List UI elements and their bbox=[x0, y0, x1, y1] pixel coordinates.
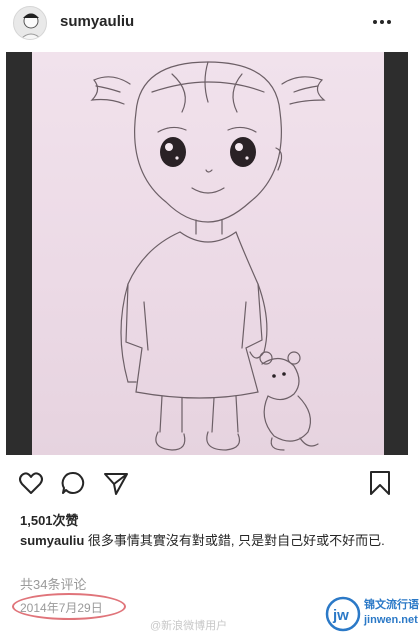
paper-plane-icon[interactable] bbox=[103, 470, 129, 496]
username[interactable]: sumyauliu bbox=[60, 13, 134, 30]
post-date: 2014年7月29日 bbox=[20, 601, 103, 615]
site-url: jinwen.net bbox=[364, 614, 418, 626]
site-watermark: 锦文流行语 jinwen.net bbox=[364, 598, 419, 628]
weibo-watermark: @新浪微博用户 bbox=[150, 620, 228, 632]
site-name: 锦文流行语 bbox=[364, 599, 419, 611]
caption-text: 很多事情其實沒有對或錯, 只是對自己好或不好而已. bbox=[87, 533, 385, 548]
jinwen-logo-icon: jw bbox=[325, 596, 361, 632]
svg-text:jw: jw bbox=[332, 607, 349, 624]
avatar-icon bbox=[20, 13, 42, 39]
comment-icon[interactable] bbox=[60, 470, 86, 496]
like-count[interactable]: 1,501次赞 bbox=[20, 510, 79, 529]
view-comments-link[interactable]: 共34条评论 bbox=[20, 574, 86, 593]
caption-username[interactable]: sumyauliu bbox=[20, 533, 84, 548]
pencil-sketch-girl-with-teddy-bear bbox=[90, 61, 326, 451]
caption: sumyauliu 很多事情其實沒有對或錯, 只是對自己好或不好而已. bbox=[20, 531, 398, 550]
avatar[interactable] bbox=[13, 6, 47, 40]
bookmark-icon[interactable] bbox=[367, 470, 393, 496]
heart-icon[interactable] bbox=[18, 470, 44, 496]
post-image[interactable] bbox=[6, 52, 408, 455]
post-header: sumyauliu bbox=[0, 0, 419, 46]
sketch-paper bbox=[32, 52, 384, 455]
more-options-icon[interactable] bbox=[370, 14, 394, 30]
